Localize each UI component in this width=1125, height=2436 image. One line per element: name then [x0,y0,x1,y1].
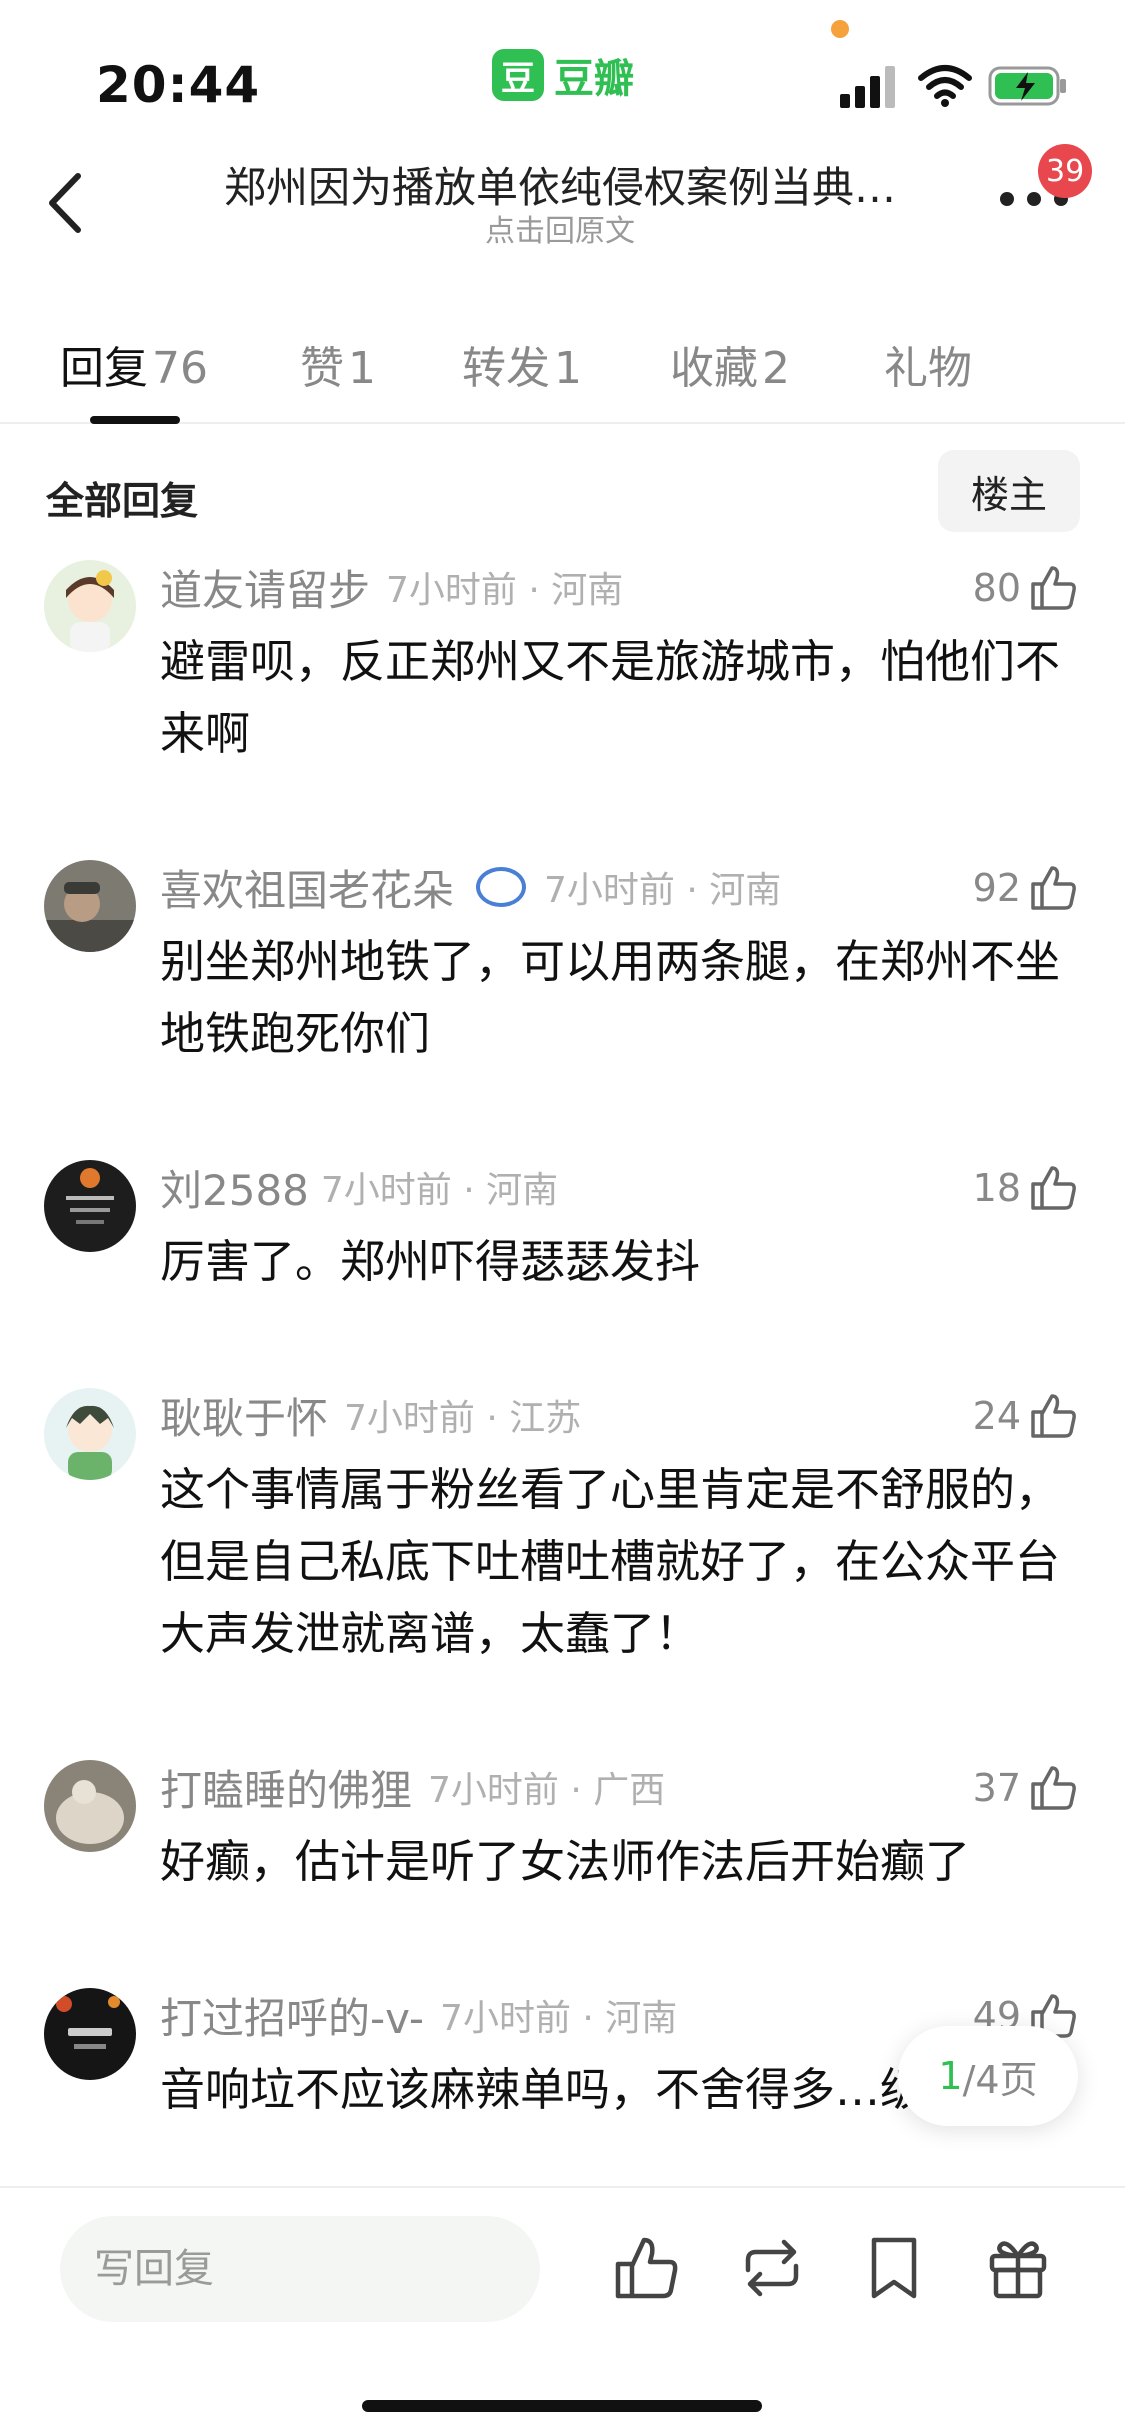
app-name: 豆瓣 [554,56,634,102]
notification-badge: 39 [1038,144,1093,198]
comment-meta: 耿耿于怀 7小时前 · 江苏 [160,1388,582,1443]
gift-icon[interactable] [980,2230,1056,2306]
tab-label: 收藏 [670,343,758,394]
thumbs-up-icon [1031,866,1076,910]
tab-count: 76 [152,343,208,394]
avatar[interactable] [44,860,136,952]
wifi-icon [918,65,972,107]
comment-time-location: 7小时前 · 江苏 [344,1398,582,1439]
home-indicator[interactable] [362,2400,762,2412]
tab-collections[interactable]: 收藏2 [670,332,790,396]
battery-charging-icon [988,66,1066,106]
like-count: 92 [972,866,1021,910]
douban-logo-icon: 豆 [492,49,544,101]
thumbs-up-icon [1031,1394,1076,1438]
like-count: 18 [972,1166,1021,1210]
status-bar: 20:44 豆 豆瓣 [0,0,1125,140]
avatar[interactable] [44,1988,136,2080]
comment-time-location: 7小时前 · 河南 [440,1998,678,2039]
like-post-icon[interactable] [608,2230,684,2306]
like-button[interactable]: 24 [973,1388,1079,1444]
section-title: 全部回复 [46,479,199,523]
comment-time-location: 7小时前 · 河南 [544,870,782,911]
tab-reposts[interactable]: 转发1 [462,332,582,396]
user-badge-ring-icon [476,867,527,907]
comment-username[interactable]: 刘2588 [160,1157,309,1218]
like-count: 80 [972,566,1021,610]
reply-input[interactable] [60,2216,540,2322]
avatar[interactable] [44,1160,136,1252]
back-arrow-icon[interactable] [40,168,90,238]
nav-header: 郑州因为播放单依纯侵权案例当典… 点击回原文 39 [0,140,1125,260]
comment-meta: 打过招呼的-v- 7小时前 · 河南 [160,1988,678,2043]
app-badge: 豆 豆瓣 [492,46,634,104]
current-page: 1 [938,2054,963,2098]
like-button[interactable]: 92 [973,860,1079,916]
comment-meta: 刘2588 7小时前 · 河南 [160,1160,559,1215]
status-time: 20:44 [96,56,261,114]
tab-label: 转发 [462,343,550,394]
thumbs-up-icon [1031,1766,1076,1810]
pagination-indicator[interactable]: 1/4页 [898,2026,1078,2126]
total-pages: /4页 [962,2057,1038,2102]
comment-text: 避雷呗，反正郑州又不是旅游城市，怕他们不来啊 [160,635,1061,760]
like-count: 24 [972,1394,1021,1438]
comment-username[interactable]: 打过招呼的-v- [160,1985,424,2046]
thumbs-up-icon [1031,566,1076,610]
comment-time-location: 7小时前 · 河南 [386,570,624,611]
comment-text: 别坐郑州地铁了，可以用两条腿，在郑州不坐地铁跑死你们 [160,935,1061,1060]
avatar[interactable] [44,560,136,652]
comment-text: 这个事情属于粉丝看了心里肯定是不舒服的，但是自己私底下吐槽吐槽就好了，在公众平台… [160,1463,1061,1660]
tab-label: 回复 [60,343,148,394]
comment-time-location: 7小时前 · 河南 [320,1170,559,1211]
tab-count: 2 [762,343,790,394]
comment-time-location: 7小时前 · 广西 [428,1770,666,1811]
comment-username[interactable]: 打瞌睡的佛狸 [160,1757,412,1818]
comment-username[interactable]: 喜欢祖国老花朵 [160,857,454,918]
privacy-indicator-dot [831,20,849,38]
comment-meta: 打瞌睡的佛狸 7小时前 · 广西 [160,1760,666,1815]
like-button[interactable]: 37 [973,1760,1079,1816]
like-button[interactable]: 18 [973,1160,1079,1216]
repost-icon[interactable] [734,2230,810,2306]
tab-label: 礼物 [884,343,972,394]
owner-only-filter-button[interactable]: 楼主 [938,450,1080,532]
comment-text: 厉害了。郑州吓得瑟瑟发抖 [160,1235,701,1288]
bookmark-icon[interactable] [856,2230,932,2306]
cellular-signal-icon [840,66,895,108]
tab-bar: 回复76 赞1 转发1 收藏2 礼物 [0,320,1125,424]
thumbs-up-icon [1031,1166,1076,1210]
like-count: 37 [972,1766,1021,1810]
like-button[interactable]: 80 [973,560,1079,616]
comment-meta: 喜欢祖国老花朵 7小时前 · 河南 [160,860,782,915]
avatar[interactable] [44,1388,136,1480]
avatar[interactable] [44,1760,136,1852]
back-to-original-link[interactable]: 点击回原文 [190,206,930,250]
tab-replies[interactable]: 回复76 [60,332,208,396]
comment-username[interactable]: 道友请留步 [160,557,370,618]
tab-gifts[interactable]: 礼物 [884,332,976,396]
comment-username[interactable]: 耿耿于怀 [160,1385,328,1446]
comment-meta: 道友请留步 7小时前 · 河南 [160,560,624,615]
tab-label: 赞 [300,343,344,394]
active-tab-indicator [90,416,180,424]
comment-text: 好癫，估计是听了女法师作法后开始癫了 [160,1835,971,1888]
bottom-action-bar [0,2186,1125,2436]
tab-count: 1 [554,343,582,394]
tab-likes[interactable]: 赞1 [300,332,376,396]
tab-count: 1 [348,343,376,394]
